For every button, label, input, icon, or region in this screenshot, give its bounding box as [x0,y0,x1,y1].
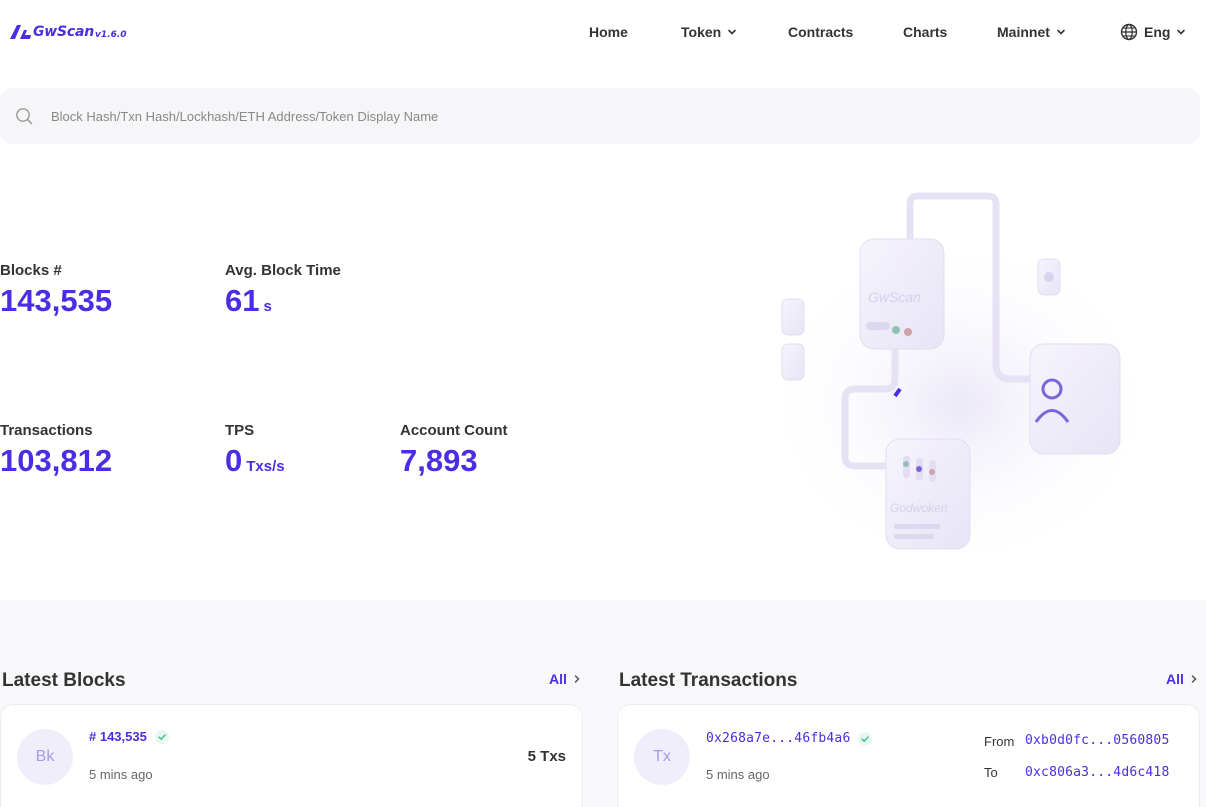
transactions-value: 103,812 [0,443,113,478]
account-count-label: Account Count [400,422,508,439]
language-selector[interactable]: Eng [1120,23,1186,41]
user-card [1029,343,1121,455]
tps-unit: Txs/s [246,458,285,475]
check-icon [154,729,169,744]
nav-charts[interactable]: Charts [903,24,947,40]
tps-stat: TPS 0 Txs/s [225,422,285,479]
gwscan-logo-icon [10,25,31,39]
search-icon[interactable] [15,107,33,125]
logo-name: GwScan [33,24,95,40]
stats-overview: Blocks # 143,535 Avg. Block Time 61 s Tra… [0,144,1206,600]
avg-block-time-value: 61 [225,283,260,318]
block-number-row: # 143,535 [89,729,169,744]
tps-value-row: 0 Txs/s [225,443,285,479]
nav-home-label: Home [589,24,628,40]
block-number-link[interactable]: # 143,535 [89,729,147,744]
transaction-time: 5 mins ago [706,767,770,782]
check-icon [858,731,873,746]
block-txs-count: 5 Txs [527,748,566,765]
chevron-right-icon [1191,675,1197,683]
gwscan-card-label: GwScan [868,289,921,305]
avg-block-time-label: Avg. Block Time [225,262,341,279]
search-input[interactable] [51,88,1171,144]
account-count-stat: Account Count 7,893 [400,422,507,479]
tps-value: 0 [225,443,243,478]
nav-charts-label: Charts [903,24,948,40]
transaction-to-address[interactable]: 0xc806a3...4d6c418 [1025,765,1169,780]
latest-blocks-card: Bk # 143,535 5 mins ago 5 Txs [0,704,583,807]
godwoken-card-label: Godwoken [890,501,948,515]
nav-token-label: Token [681,24,722,40]
network-selector[interactable]: Mainnet [997,24,1066,40]
chevron-right-icon [574,675,580,683]
block-avatar: Bk [17,729,73,785]
tps-label: TPS [225,422,255,439]
language-label: Eng [1144,24,1171,40]
latest-transactions-all-label: All [1166,671,1184,687]
gwscan-card: GwScan [859,238,945,350]
chevron-down-icon [728,29,737,35]
transactions-label: Transactions [0,422,93,439]
godwoken-card: Godwoken [885,438,971,550]
account-count-value: 7,893 [400,443,478,478]
blocks-stat: Blocks # 143,535 [0,262,112,319]
top-navigation-bar: GwScan v1.6.0 Home Token Contracts Chart… [0,0,1206,64]
transaction-from-label: From [984,734,1015,749]
transaction-to-label: To [984,765,998,780]
nav-token[interactable]: Token [681,24,737,40]
avg-block-time-unit: s [263,298,272,315]
transactions-stat: Transactions 103,812 [0,422,112,479]
globe-icon [1120,23,1138,41]
chevron-down-icon [1057,29,1065,35]
transaction-hash-row: 0x268a7e...46fb4a6 [706,731,873,746]
avg-block-time-stat: Avg. Block Time 61 s [225,262,341,319]
logo-version: v1.6.0 [95,30,127,40]
transaction-from-address[interactable]: 0xb0d0fc...0560805 [1025,733,1169,748]
latest-transactions-card: Tx 0x268a7e...46fb4a6 5 mins ago From 0x… [617,704,1200,807]
network-label: Mainnet [997,24,1050,40]
latest-transactions-all-link[interactable]: All [1166,671,1199,687]
network-illustration: GwScan Godwoken [760,192,1160,574]
chevron-down-icon [1177,29,1186,35]
nav-contracts-label: Contracts [788,24,854,40]
nav-home[interactable]: Home [589,24,628,40]
blocks-value: 143,535 [0,283,113,318]
latest-blocks-all-link[interactable]: All [549,671,582,687]
latest-blocks-all-label: All [549,671,567,687]
latest-transactions-title: Latest Transactions [619,670,798,691]
avg-block-time-value-row: 61 s [225,283,341,319]
transaction-hash-link[interactable]: 0x268a7e...46fb4a6 [706,731,850,746]
nav-contracts[interactable]: Contracts [788,24,853,40]
latest-activity-section: Latest Blocks All Bk # 143,535 5 mins ag… [0,600,1206,807]
search-bar [0,88,1200,144]
transaction-avatar: Tx [634,729,690,785]
blocks-label: Blocks # [0,262,62,279]
gwscan-logo[interactable]: GwScan v1.6.0 [8,20,127,40]
block-time: 5 mins ago [89,767,153,782]
latest-blocks-title: Latest Blocks [2,670,126,691]
